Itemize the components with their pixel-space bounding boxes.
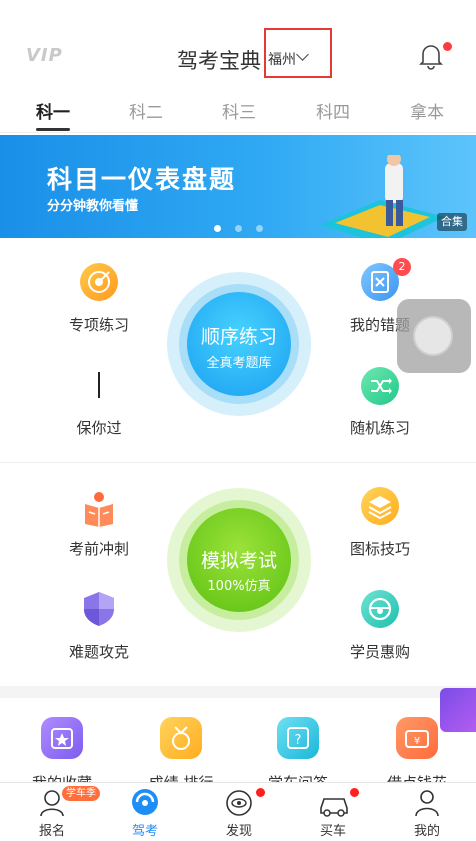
section-gap [0, 686, 476, 698]
special-practice-label[interactable]: 专项练习 [69, 314, 129, 335]
mock-exam-title: 模拟考试 [200, 550, 278, 572]
drive-exam-icon[interactable] [130, 787, 160, 817]
sequential-practice-title: 顺序练习 [200, 326, 278, 348]
tab-profile[interactable]: 我的 [414, 820, 440, 839]
discover-icon[interactable] [224, 788, 254, 818]
tab-subject-4[interactable]: 科四 [316, 98, 350, 123]
tab-drive-exam[interactable]: 驾考 [132, 820, 158, 839]
city-selector[interactable]: 福州 [268, 49, 296, 69]
tab-buy-car[interactable]: 买车 [320, 820, 346, 839]
steering-wheel-icon[interactable] [361, 590, 399, 628]
student-discount-label[interactable]: 学员惠购 [350, 641, 410, 662]
hard-questions-shield-icon[interactable] [80, 589, 118, 627]
carousel-dot [256, 225, 263, 232]
sequential-practice-subtitle: 全真考题库 [206, 356, 272, 371]
shuffle-icon[interactable] [361, 367, 399, 405]
buy-car-notification-dot [350, 788, 359, 797]
tab-subject-2[interactable]: 科二 [129, 98, 163, 123]
wrong-count-badge: 2 [393, 258, 411, 276]
guarantee-pass-label[interactable]: 保你过 [76, 417, 121, 438]
subject-tabs: 科一 科二 科三 科四 拿本 [0, 88, 476, 133]
sprint-book-icon[interactable] [80, 490, 118, 527]
tab-discover[interactable]: 发现 [226, 820, 252, 839]
banner-title: 科目一仪表盘题 [47, 165, 237, 194]
signup-promo-tag: 学车季 [62, 786, 100, 801]
loan-wallet-icon[interactable]: ¥ [396, 717, 438, 759]
floating-promo-widget[interactable] [440, 688, 476, 732]
carousel-dot [235, 225, 242, 232]
hard-questions-label[interactable]: 难题攻克 [69, 641, 129, 662]
bell-icon[interactable] [418, 42, 444, 70]
tab-subject-3[interactable]: 科三 [222, 98, 256, 123]
active-tab-indicator [36, 128, 70, 131]
discover-notification-dot [256, 788, 265, 797]
mock-exam-subtitle: 100%仿真 [207, 579, 271, 594]
target-icon[interactable] [80, 263, 118, 301]
page-title: 驾考宝典 [177, 49, 261, 73]
section-divider [0, 462, 476, 463]
random-practice-label[interactable]: 随机练习 [350, 417, 410, 438]
banner-collection-tag[interactable]: 合集 [437, 213, 467, 231]
svg-text:?: ? [295, 733, 302, 748]
icon-tips-label[interactable]: 图标技巧 [350, 538, 410, 559]
banner-illustration [320, 155, 445, 238]
tab-signup[interactable]: 报名 [39, 820, 65, 839]
qa-icon[interactable]: ? [277, 717, 319, 759]
notification-dot [443, 42, 452, 51]
assistive-touch-inner [413, 316, 453, 356]
pre-exam-sprint-label[interactable]: 考前冲刺 [69, 538, 129, 559]
tab-subject-1[interactable]: 科一 [36, 98, 70, 123]
vip-logo[interactable]: VIP [26, 45, 63, 66]
tab-get-license[interactable]: 拿本 [410, 98, 444, 123]
text-cursor [98, 372, 100, 398]
profile-icon[interactable] [412, 788, 442, 818]
carousel-dot-active [214, 225, 221, 232]
buy-car-icon[interactable] [318, 788, 350, 818]
banner-subtitle: 分分钟教你看懂 [47, 199, 139, 214]
favorites-icon[interactable] [41, 717, 83, 759]
medal-icon[interactable] [160, 717, 202, 759]
layers-icon[interactable] [361, 487, 399, 525]
svg-text:¥: ¥ [414, 736, 420, 747]
